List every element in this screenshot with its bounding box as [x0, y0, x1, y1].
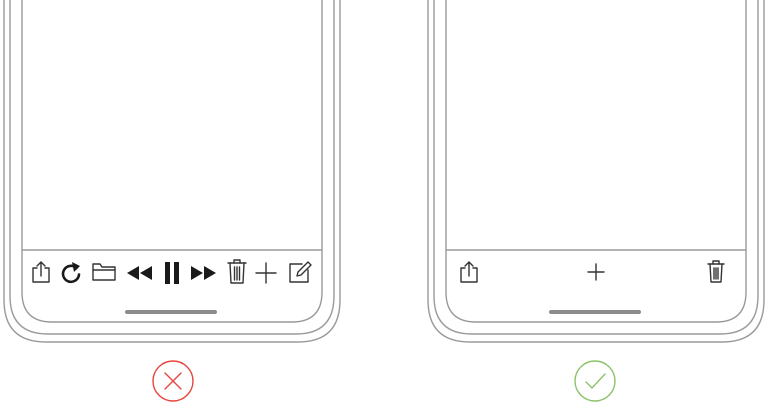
- rewind-icon[interactable]: [127, 266, 152, 280]
- phone-outer-frame: [427, 0, 765, 343]
- phone-inner-frame: [9, 0, 335, 335]
- toolbar: [32, 259, 312, 284]
- phone-mockup-correct: [427, 0, 765, 343]
- trash-icon[interactable]: [227, 259, 247, 284]
- compose-icon[interactable]: [289, 261, 312, 283]
- refresh-icon[interactable]: [61, 262, 81, 284]
- plus-icon[interactable]: [587, 263, 605, 281]
- phone-screen: [21, 0, 323, 323]
- home-indicator: [549, 310, 641, 314]
- folder-icon[interactable]: [92, 263, 116, 281]
- checkmark-circle-icon: [574, 360, 616, 402]
- toolbar: [460, 260, 725, 283]
- phone-mockup-incorrect: [3, 0, 341, 343]
- phone-inner-frame: [433, 0, 759, 335]
- fast-forward-icon[interactable]: [191, 266, 216, 280]
- share-icon[interactable]: [32, 261, 50, 283]
- plus-icon[interactable]: [255, 262, 277, 284]
- pause-icon[interactable]: [165, 262, 179, 284]
- toolbar-comparison-diagram: [3, 0, 765, 402]
- phone-outer-frame: [3, 0, 341, 343]
- home-indicator: [125, 310, 217, 314]
- share-icon[interactable]: [460, 261, 478, 283]
- trash-icon[interactable]: [707, 260, 725, 283]
- x-circle-icon: [152, 360, 194, 402]
